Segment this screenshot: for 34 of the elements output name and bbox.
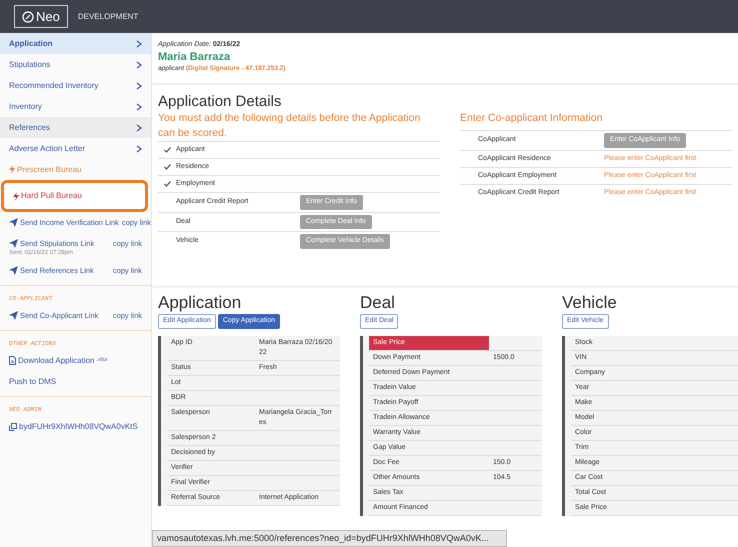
lightning-icon — [9, 165, 15, 174]
sidebar-item[interactable]: Stipulations — [0, 54, 151, 75]
chevron-right-icon — [136, 60, 142, 68]
app-logo: Neo — [14, 4, 68, 28]
lightning-icon — [13, 192, 19, 200]
chevron-right-icon — [136, 102, 142, 110]
sidebar-item[interactable]: Application — [0, 33, 151, 54]
environment-label: DEVELOPMENT — [78, 10, 138, 22]
send-icon — [9, 218, 18, 227]
sidebar-item[interactable]: Inventory — [0, 96, 151, 117]
sidebar-item[interactable]: Recommended Inventory — [0, 75, 151, 96]
status-bar-url: vamosautotexas.lvh.me:5000/references?neo_id=bydFUHr9XhlWHh08VQwA0vK... — [152, 530, 507, 547]
sidebar-item[interactable]: References — [0, 117, 151, 138]
copy-id-link[interactable]: bydFUHr9XhlWHh08VQwA0vKtS — [0, 416, 151, 437]
copy-icon — [9, 422, 17, 430]
panel-title: Deal — [360, 292, 396, 314]
section-title: Enter Co-applicant Information — [460, 111, 604, 126]
sidebar-item[interactable]: Hard Pull Bureau — [4, 183, 145, 209]
chevron-right-icon — [136, 40, 142, 48]
panel-title: Vehicle — [562, 292, 618, 314]
document-icon — [9, 356, 16, 365]
send-icon — [9, 311, 18, 320]
chevron-right-icon — [136, 144, 142, 152]
panel-title: Application — [158, 292, 242, 314]
compass-icon — [22, 10, 34, 22]
sidebar-link[interactable]: Push to DMS — [0, 371, 151, 392]
chevron-right-icon — [136, 82, 142, 90]
sidebar-item[interactable]: Adverse Action Letter — [0, 138, 151, 159]
send-icon — [9, 239, 18, 248]
section-title: Application Details — [158, 93, 282, 112]
send-icon — [9, 266, 18, 275]
warning-message: You must add the following details before the Application can be scored. — [158, 111, 422, 142]
applicant-name: Maria Barraza — [158, 50, 232, 64]
chevron-right-icon — [136, 124, 142, 132]
